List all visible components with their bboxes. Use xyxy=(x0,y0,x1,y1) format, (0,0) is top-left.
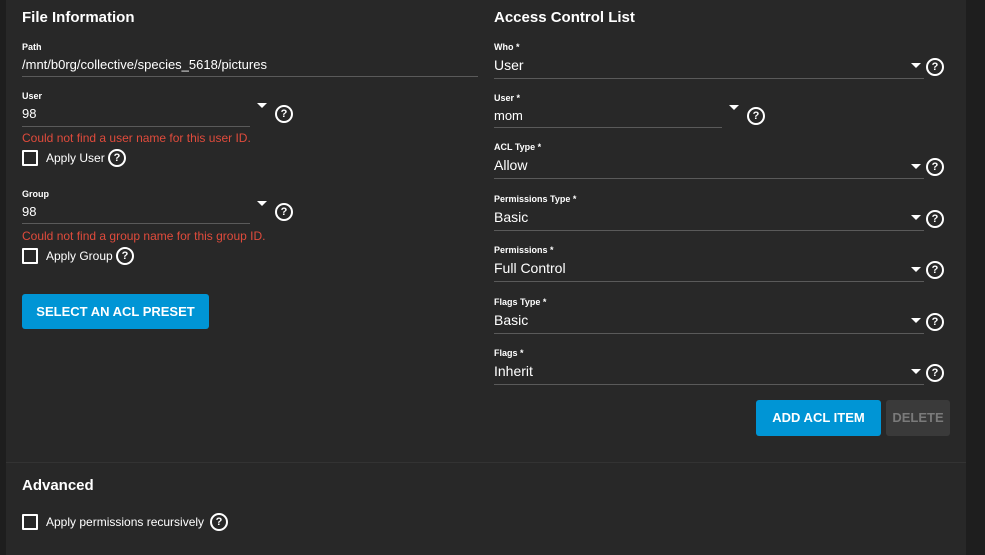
apply-recursively-help-icon[interactable]: ? xyxy=(210,513,228,531)
perm-type-help-icon[interactable]: ? xyxy=(926,210,944,228)
acl-user-help-icon[interactable]: ? xyxy=(747,107,765,125)
who-select[interactable]: User xyxy=(494,57,524,73)
user-dropdown-caret-icon[interactable] xyxy=(257,103,267,108)
user-input[interactable]: 98 xyxy=(22,106,36,121)
apply-group-label: Apply Group xyxy=(46,249,113,263)
acl-type-label: ACL Type * xyxy=(494,142,542,152)
group-underline xyxy=(22,223,250,224)
flags-dropdown-caret-icon[interactable] xyxy=(911,369,921,374)
flags-type-select[interactable]: Basic xyxy=(494,312,528,328)
path-underline xyxy=(22,76,478,77)
flags-type-help-icon[interactable]: ? xyxy=(926,313,944,331)
acl-type-underline xyxy=(494,178,924,179)
apply-user-help-icon[interactable]: ? xyxy=(108,149,126,167)
flags-help-icon[interactable]: ? xyxy=(926,364,944,382)
file-info-title: File Information xyxy=(22,9,135,26)
acl-type-dropdown-caret-icon[interactable] xyxy=(911,164,921,169)
select-acl-preset-button[interactable]: SELECT AN ACL PRESET xyxy=(22,294,209,329)
acl-type-help-icon[interactable]: ? xyxy=(926,158,944,176)
flags-type-label: Flags Type * xyxy=(494,297,547,307)
who-underline xyxy=(494,78,924,79)
user-error-text: Could not find a user name for this user… xyxy=(22,131,251,145)
path-label: Path xyxy=(22,42,42,52)
flags-label: Flags * xyxy=(494,348,524,358)
permissions-select[interactable]: Full Control xyxy=(494,260,566,276)
group-error-text: Could not find a group name for this gro… xyxy=(22,229,266,243)
acl-user-underline xyxy=(494,127,722,128)
acl-title: Access Control List xyxy=(494,9,635,26)
apply-recursively-checkbox[interactable] xyxy=(22,514,38,530)
advanced-divider xyxy=(6,462,966,463)
group-label: Group xyxy=(22,189,49,199)
perm-type-underline xyxy=(494,230,924,231)
apply-recursively-label: Apply permissions recursively xyxy=(46,515,205,529)
who-label: Who * xyxy=(494,42,520,52)
perm-type-dropdown-caret-icon[interactable] xyxy=(911,215,921,220)
group-help-icon[interactable]: ? xyxy=(275,203,293,221)
group-dropdown-caret-icon[interactable] xyxy=(257,201,267,206)
acl-user-input[interactable]: mom xyxy=(494,108,523,123)
apply-group-checkbox[interactable] xyxy=(22,248,38,264)
apply-group-help-icon[interactable]: ? xyxy=(116,247,134,265)
apply-user-checkbox[interactable] xyxy=(22,150,38,166)
acl-editor-panel xyxy=(6,0,966,555)
acl-user-dropdown-caret-icon[interactable] xyxy=(729,105,739,110)
add-acl-item-button[interactable]: ADD ACL ITEM xyxy=(756,400,881,436)
path-value[interactable]: /mnt/b0rg/collective/species_5618/pictur… xyxy=(22,57,267,72)
perm-type-select[interactable]: Basic xyxy=(494,209,528,225)
who-help-icon[interactable]: ? xyxy=(926,58,944,76)
perm-type-label: Permissions Type * xyxy=(494,194,577,204)
user-underline xyxy=(22,126,250,127)
scroll-gutter xyxy=(966,0,985,555)
who-dropdown-caret-icon[interactable] xyxy=(911,63,921,68)
advanced-title: Advanced xyxy=(22,477,94,494)
delete-button[interactable]: DELETE xyxy=(886,400,950,436)
permissions-dropdown-caret-icon[interactable] xyxy=(911,267,921,272)
flags-type-underline xyxy=(494,333,924,334)
acl-user-label: User * xyxy=(494,93,521,103)
permissions-underline xyxy=(494,281,924,282)
flags-underline xyxy=(494,384,924,385)
user-label: User xyxy=(22,91,43,101)
flags-type-dropdown-caret-icon[interactable] xyxy=(911,318,921,323)
acl-type-select[interactable]: Allow xyxy=(494,157,527,173)
group-input[interactable]: 98 xyxy=(22,204,36,219)
permissions-help-icon[interactable]: ? xyxy=(926,261,944,279)
apply-user-label: Apply User xyxy=(46,151,105,165)
permissions-label: Permissions * xyxy=(494,245,554,255)
user-help-icon[interactable]: ? xyxy=(275,105,293,123)
flags-select[interactable]: Inherit xyxy=(494,363,533,379)
